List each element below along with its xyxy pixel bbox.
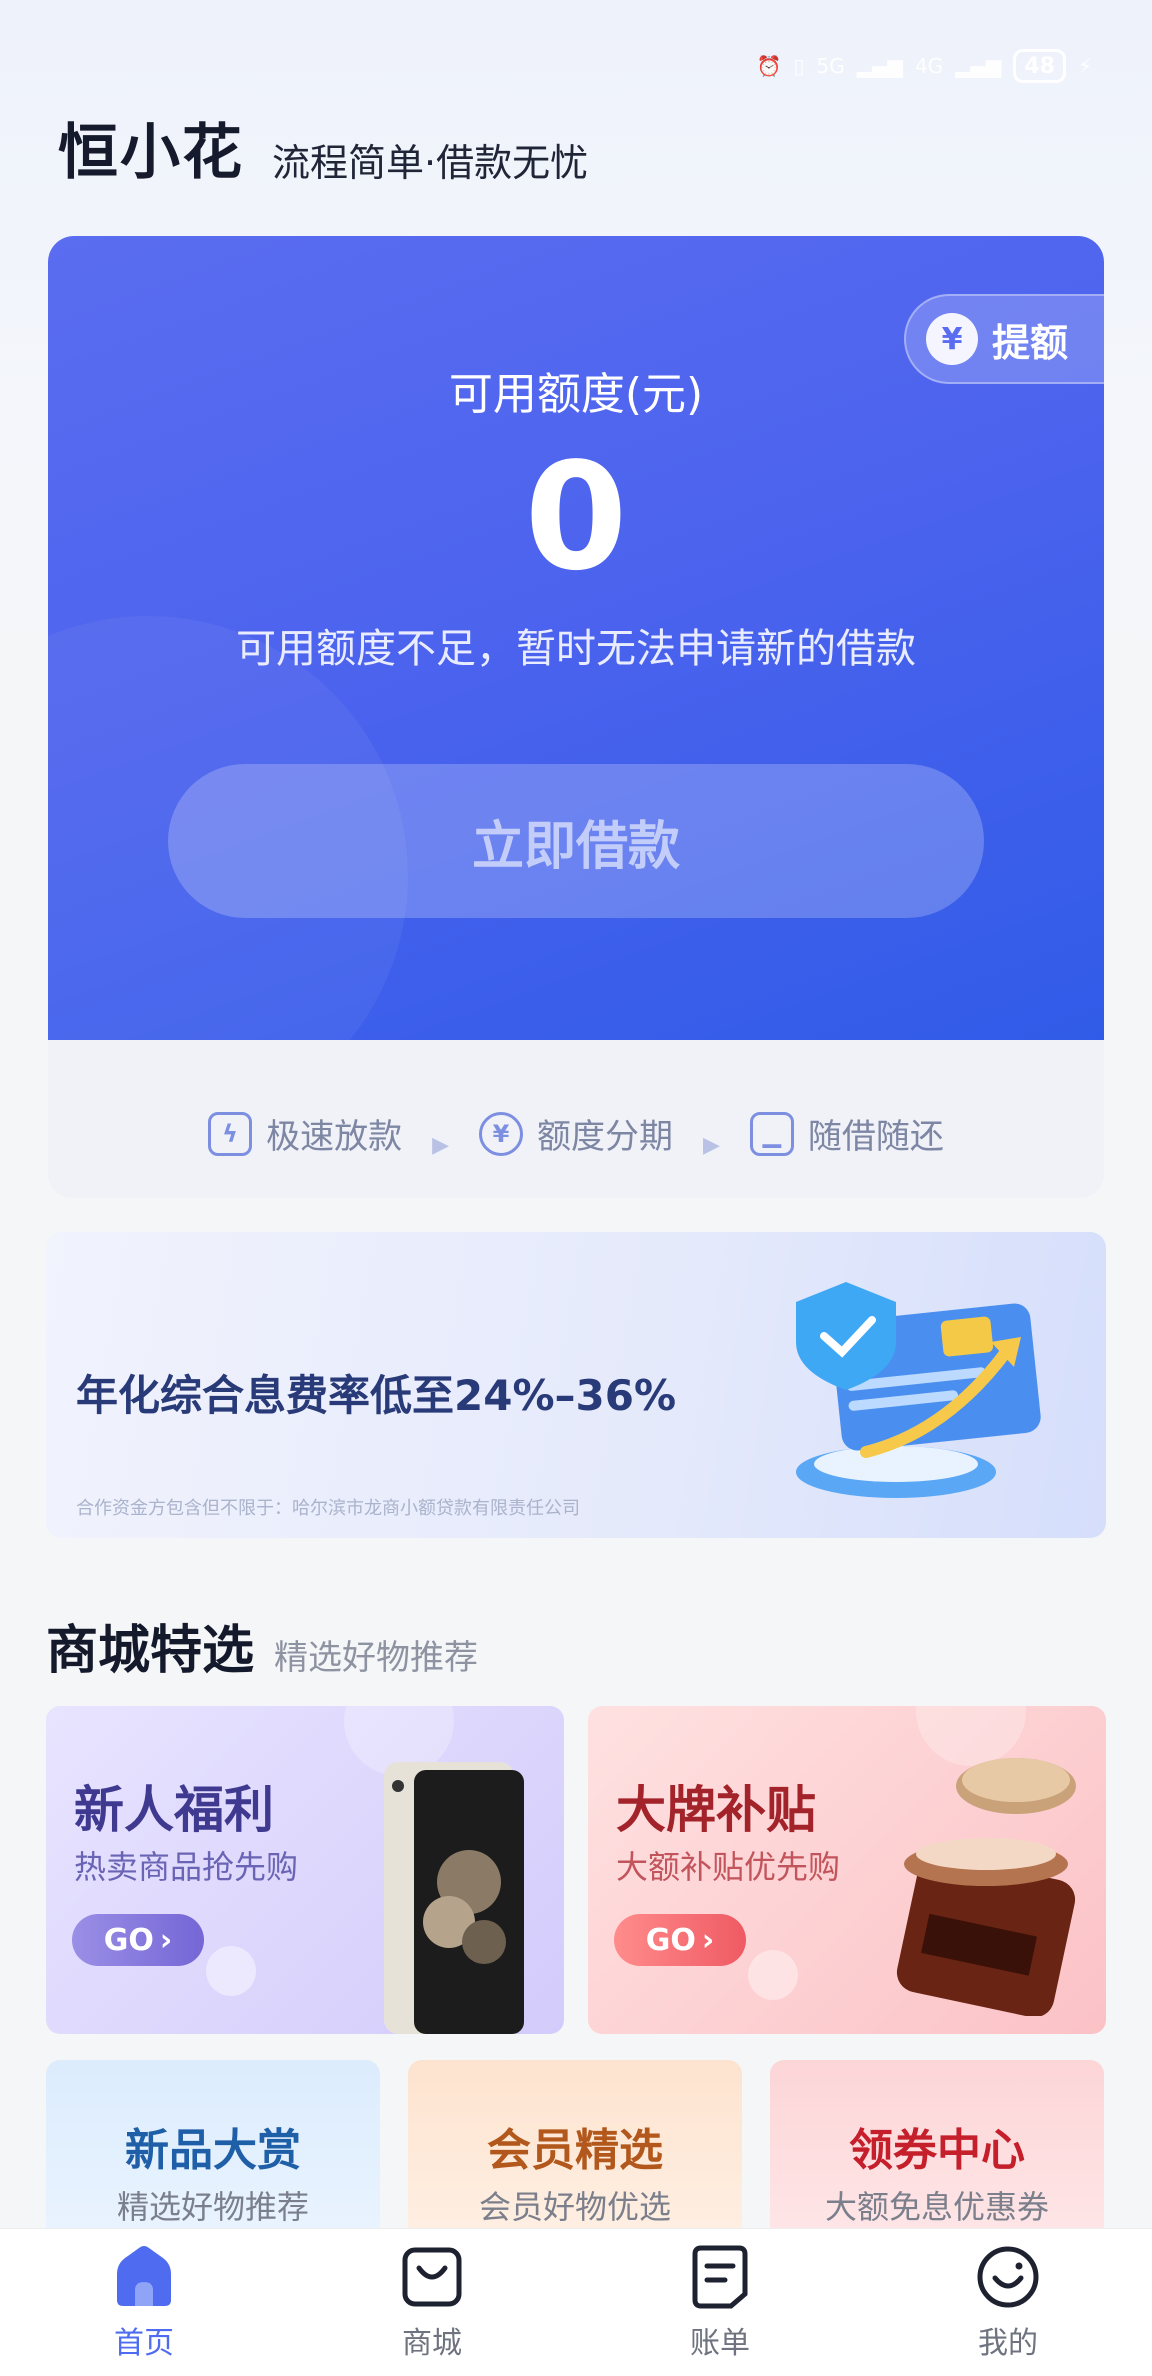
network-4g: 4G	[914, 54, 944, 78]
shop-bag-icon	[402, 2247, 462, 2306]
mall-title: 商城特选	[46, 1621, 255, 1681]
nav-item-shop[interactable]: 商城	[332, 2244, 532, 2362]
tablet-icon	[384, 1762, 524, 2034]
status-bar: ⏰ ▯ 5G ▂▄▆ 4G ▂▄▆ 48 ⚡	[757, 44, 1092, 88]
mall-section-header: 商城特选 精选好物推荐	[46, 1608, 478, 1683]
mall-subtitle: 精选好物推荐	[274, 1638, 479, 1678]
nav-label: 我的	[978, 2325, 1038, 2361]
promo-subtitle: 热卖商品抢先购	[74, 1848, 299, 1886]
tile-subtitle: 会员好物优选	[478, 2188, 671, 2226]
nav-label: 账单	[690, 2325, 750, 2361]
borrow-now-button[interactable]: 立即借款	[168, 764, 984, 918]
alarm-icon: ⏰	[756, 54, 782, 78]
tile-member-picks[interactable]: 会员精选 会员好物优选	[408, 2060, 742, 2250]
signal-icon: ▂▄▆	[955, 54, 1002, 78]
app-header: 恒小花 流程简单·借款无忧	[58, 104, 588, 191]
promo-title: 新人福利	[74, 1781, 274, 1839]
nav-label: 商城	[402, 2325, 462, 2361]
phone-icon: ▁	[749, 1111, 794, 1156]
tile-coupon-center[interactable]: 领券中心 大额免息优惠券	[770, 2060, 1104, 2250]
bill-icon	[692, 2245, 748, 2308]
rate-disclaimer: 合作资金方包含但不限于：哈尔滨市龙商小额贷款有限责任公司	[76, 1498, 580, 1519]
shield-lightning-icon: ϟ	[208, 1111, 253, 1156]
tile-subtitle: 精选好物推荐	[116, 2188, 309, 2226]
promo-go-button[interactable]: GO ›	[72, 1914, 204, 1966]
triangle-right-icon: ▶	[432, 1133, 449, 1158]
app-logo: 恒小花	[58, 118, 244, 188]
promo-brand-subsidy[interactable]: 大牌补贴 大额补贴优先购 GO ›	[588, 1706, 1106, 2034]
chevron-right-icon: ›	[159, 1922, 173, 1958]
promo-go-button[interactable]: GO ›	[614, 1914, 746, 1966]
credit-card: ¥ 提额 可用额度(元) 0 可用额度不足，暂时无法申请新的借款 立即借款	[48, 236, 1104, 1068]
bottom-nav: 首页 商城 账单 我的	[0, 2228, 1152, 2376]
go-label: GO	[645, 1922, 696, 1958]
feature-installment: ¥ 额度分期	[479, 1109, 673, 1158]
signal-icon: ▂▄▆	[856, 54, 903, 78]
tile-subtitle: 大额免息优惠券	[824, 2188, 1049, 2226]
nav-item-bill[interactable]: 账单	[620, 2244, 820, 2362]
go-label: GO	[103, 1922, 154, 1958]
feature-flexible-repay: ▁ 随借随还	[749, 1109, 944, 1158]
feature-label: 随借随还	[807, 1117, 944, 1157]
credit-card-shield-icon	[796, 1282, 1041, 1498]
promo-new-user[interactable]: 新人福利 热卖商品抢先购 GO ›	[46, 1706, 564, 2034]
chevron-right-icon: ›	[701, 1922, 715, 1958]
tile-new-arrivals[interactable]: 新品大赏 精选好物推荐	[46, 2060, 380, 2250]
nav-item-mine[interactable]: 我的	[908, 2244, 1108, 2362]
feature-label: 极速放款	[266, 1117, 403, 1157]
decor-bubble	[206, 1946, 256, 1996]
promo-title: 大牌补贴	[616, 1781, 816, 1839]
feature-label: 额度分期	[537, 1117, 673, 1157]
available-credit-amount: 0	[524, 431, 628, 603]
smile-icon	[977, 2246, 1039, 2307]
promo-subtitle: 大额补贴优先购	[616, 1848, 841, 1886]
battery-indicator: 48	[1013, 49, 1066, 83]
vibrate-icon: ▯	[793, 54, 805, 78]
nav-label: 首页	[114, 2325, 174, 2361]
nav-item-home[interactable]: 首页	[44, 2244, 244, 2362]
feature-strip: ϟ 极速放款 ▶ ¥ 额度分期 ▶ ▁ 随借随还	[48, 1040, 1104, 1198]
triangle-right-icon: ▶	[703, 1133, 720, 1158]
feature-fast-loan: ϟ 极速放款	[208, 1109, 402, 1158]
tile-title: 会员精选	[487, 2125, 663, 2176]
available-credit-title: 可用额度(元)	[448, 369, 704, 420]
yen-circle-icon: ¥	[479, 1111, 523, 1156]
home-icon	[117, 2245, 171, 2306]
rate-text: 年化综合息费率低至24%–36%	[76, 1371, 677, 1420]
credit-note: 可用额度不足，暂时无法申请新的借款	[236, 626, 916, 672]
cosmetic-jar-icon	[896, 1758, 1076, 2016]
tile-title: 新品大赏	[125, 2125, 301, 2176]
tile-title: 领券中心	[849, 2125, 1025, 2176]
charging-icon: ⚡	[1077, 54, 1092, 78]
decor-bubble	[748, 1950, 798, 2000]
app-slogan: 流程简单·借款无忧	[272, 141, 589, 185]
rate-banner[interactable]: 年化综合息费率低至24%–36% 合作资金方包含但不限于：哈尔滨市龙商小额贷款有…	[46, 1232, 1106, 1538]
network-5g: 5G	[816, 54, 845, 78]
